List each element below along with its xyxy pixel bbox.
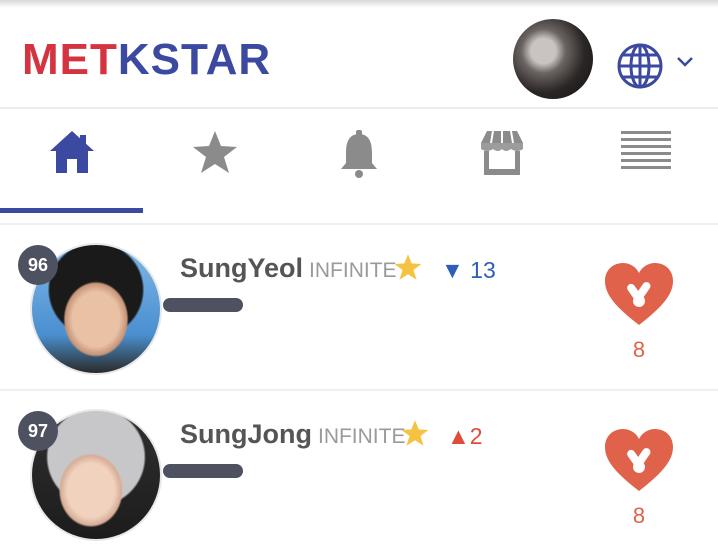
rank-badge: 97	[18, 411, 58, 451]
rank-trend: ▼ 13	[441, 257, 496, 283]
ranking-row[interactable]: 97 SungJong INFINITE ▲2 8	[0, 391, 718, 557]
vote-bar	[163, 464, 243, 478]
tab-home[interactable]	[0, 109, 143, 213]
tab-store[interactable]	[430, 109, 573, 213]
chevron-down-icon[interactable]	[676, 56, 694, 68]
status-shadow	[0, 0, 718, 8]
rank-trend: ▲2	[447, 423, 483, 449]
tab-favorites[interactable]	[143, 109, 286, 213]
tab-bar	[0, 109, 718, 223]
vote-bar	[163, 298, 243, 312]
trend-down-icon: ▼	[441, 257, 464, 283]
active-tab-indicator	[0, 208, 143, 213]
tab-menu[interactable]	[574, 109, 717, 213]
globe-icon[interactable]	[616, 42, 664, 90]
group-name: INFINITE	[317, 425, 406, 448]
home-icon	[49, 131, 94, 173]
rank-badge: 96	[18, 245, 58, 285]
star-icon	[401, 420, 429, 446]
idol-name[interactable]: SungJong INFINITE	[180, 419, 405, 450]
heart-vote-button[interactable]	[603, 261, 675, 327]
heart-vote-button[interactable]	[603, 427, 675, 493]
app-logo[interactable]: METKSTAR	[22, 35, 271, 85]
star-icon	[192, 131, 237, 173]
tab-notifications[interactable]	[287, 109, 430, 213]
ranking-row[interactable]: 96 SungYeol INFINITE ▼ 13 8	[0, 225, 718, 391]
group-name: INFINITE	[309, 259, 397, 282]
list-icon	[620, 131, 671, 169]
bell-icon	[340, 130, 377, 178]
idol-name[interactable]: SungYeol INFINITE	[180, 253, 397, 284]
header: METKSTAR	[0, 8, 718, 108]
store-icon	[480, 130, 523, 175]
star-icon	[394, 254, 422, 280]
trend-up-icon: ▲	[447, 423, 470, 449]
user-avatar[interactable]	[513, 19, 593, 99]
heart-count: 8	[632, 503, 646, 528]
heart-count: 8	[632, 337, 646, 362]
